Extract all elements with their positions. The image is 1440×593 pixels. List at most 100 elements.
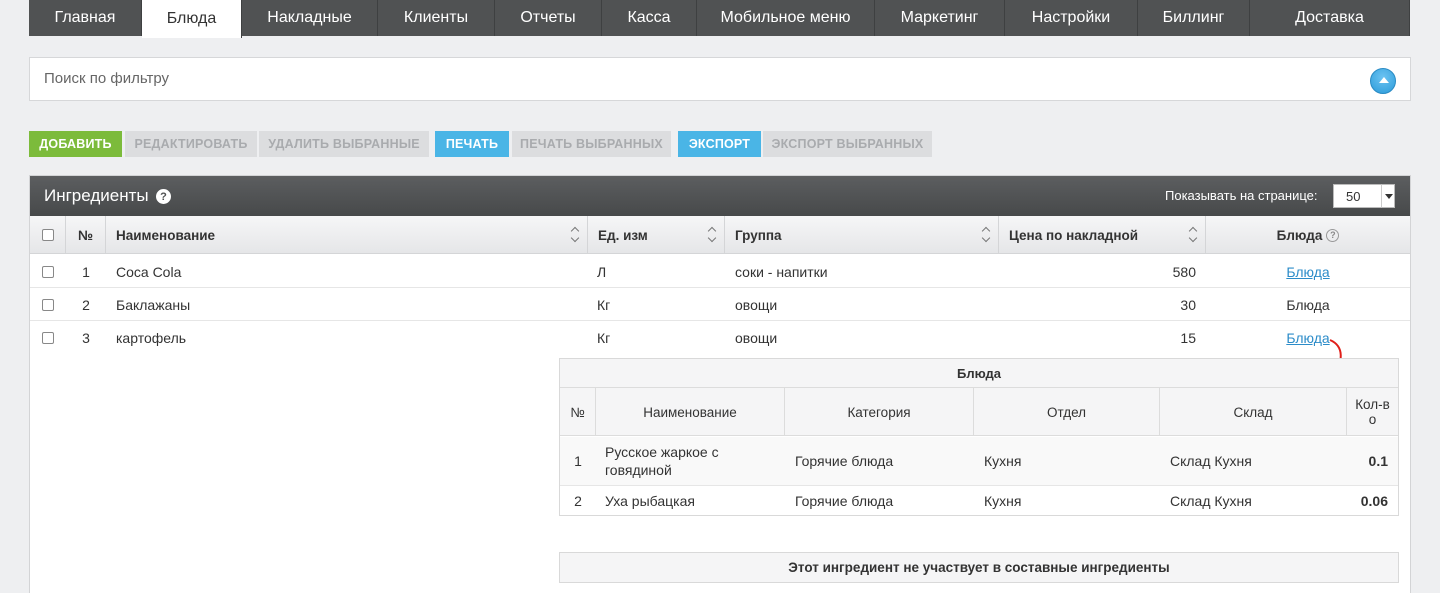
edit-button[interactable]: РЕДАКТИРОВАТЬ	[125, 131, 257, 157]
subtable-row: 1 Русское жаркое с говядиной Горячие блю…	[560, 437, 1398, 486]
delete-selected-button[interactable]: УДАЛИТЬ ВЫБРАННЫЕ	[259, 131, 429, 157]
tab-marketing[interactable]: Маркетинг	[875, 0, 1005, 36]
tab-delivery[interactable]: Доставка	[1250, 0, 1410, 36]
subtable-header: № Наименование Категория Отдел Склад Кол…	[560, 388, 1398, 436]
sort-icon[interactable]	[571, 227, 581, 243]
export-button[interactable]: ЭКСПОРТ	[678, 131, 761, 157]
subtable-row-category: Горячие блюда	[795, 493, 894, 509]
column-header-group[interactable]: Группа	[725, 216, 999, 254]
column-header-unit[interactable]: Ед. изм	[588, 216, 725, 254]
subtable-row-qty: 0.1	[1368, 453, 1388, 469]
filter-panel[interactable]: Поиск по фильтру	[29, 57, 1411, 101]
table-row[interactable]: 2 Баклажаны Кг овощи 30 Блюда	[30, 288, 1410, 321]
row-name: Coca Cola	[116, 263, 182, 280]
subtable-row-department: Кухня	[984, 453, 1022, 469]
row-checkbox-cell	[42, 321, 54, 354]
column-header-dishes-label: Блюда	[1276, 227, 1323, 243]
table-row[interactable]: 3 картофель Кг овощи 15 Блюда	[30, 321, 1410, 354]
chevron-down-icon[interactable]	[1381, 184, 1395, 208]
chevron-up-icon[interactable]	[1370, 68, 1396, 94]
row-checkbox[interactable]	[42, 298, 54, 311]
sort-icon[interactable]	[1189, 227, 1199, 243]
subtable-header-num: №	[560, 388, 596, 436]
row-num: 3	[82, 329, 90, 346]
column-header-name[interactable]: Наименование	[106, 216, 588, 254]
dishes-text: Блюда	[1286, 296, 1330, 313]
row-name: Баклажаны	[116, 296, 191, 313]
table-row[interactable]: 1 Coca Cola Л соки - напитки 580 Блюда	[30, 255, 1410, 288]
tab-clients[interactable]: Клиенты	[378, 0, 495, 36]
row-name: картофель	[116, 329, 187, 346]
subtable-row-name: Русское жаркое с говядиной	[605, 444, 719, 478]
tab-cashbox[interactable]: Касса	[602, 0, 697, 36]
subtable-header-warehouse: Склад	[1160, 388, 1347, 436]
panel-title: Ингредиенты	[44, 186, 149, 205]
subtable-header-name: Наименование	[596, 388, 785, 436]
subtable-row-name: Уха рыбацкая	[605, 493, 695, 509]
select-all-checkbox[interactable]	[41, 229, 54, 241]
row-price: 580	[1172, 263, 1196, 280]
row-checkbox[interactable]	[42, 331, 54, 344]
column-header-price-label: Цена по накладной	[1009, 227, 1139, 243]
row-dishes-cell: Блюда	[1206, 288, 1410, 321]
subtable-header-qty: Кол-во	[1355, 397, 1390, 427]
column-header-unit-label: Ед. изм	[598, 227, 648, 243]
subtable-title: Блюда	[560, 359, 1398, 388]
subtable-header-category: Категория	[785, 388, 974, 436]
panel-header: Ингредиенты ? Показывать на странице: 50	[30, 176, 1410, 216]
column-header-num: №	[66, 216, 106, 254]
subtable-header-department: Отдел	[974, 388, 1160, 436]
row-num: 2	[82, 296, 90, 313]
row-price: 15	[1180, 329, 1196, 346]
tab-dishes[interactable]: Блюда	[142, 0, 242, 38]
row-checkbox[interactable]	[42, 265, 54, 278]
sort-icon[interactable]	[982, 227, 992, 243]
row-dishes-cell: Блюда	[1206, 255, 1410, 288]
row-unit: Кг	[597, 329, 611, 346]
composite-ingredients-note: Этот ингредиент не участвует в составные…	[559, 552, 1399, 583]
subtable-row-department: Кухня	[984, 493, 1022, 509]
tab-home[interactable]: Главная	[29, 0, 142, 36]
filter-label: Поиск по фильтру	[44, 70, 170, 87]
select-all-cell	[30, 216, 66, 254]
column-header-name-label: Наименование	[116, 227, 216, 243]
help-icon[interactable]: ?	[156, 189, 171, 204]
column-header-price[interactable]: Цена по накладной	[999, 216, 1206, 254]
column-header-dishes: Блюда ?	[1206, 216, 1410, 254]
print-button[interactable]: ПЕЧАТЬ	[435, 131, 509, 157]
subtable-row-num: 2	[574, 493, 582, 509]
subtable-row-category: Горячие блюда	[795, 453, 894, 469]
row-group: овощи	[735, 329, 778, 346]
row-price: 30	[1180, 296, 1196, 313]
tab-reports[interactable]: Отчеты	[495, 0, 602, 36]
export-selected-button[interactable]: ЭКСПОРТ ВЫБРАННЫХ	[763, 131, 932, 157]
row-unit: Л	[597, 263, 607, 280]
column-header-group-label: Группа	[735, 227, 782, 243]
print-selected-button[interactable]: ПЕЧАТЬ ВЫБРАННЫХ	[512, 131, 671, 157]
row-checkbox-cell	[42, 255, 54, 288]
per-page-label: Показывать на странице:	[1165, 188, 1318, 203]
sort-icon[interactable]	[708, 227, 718, 243]
tab-invoices[interactable]: Накладные	[242, 0, 378, 36]
row-num: 1	[82, 263, 90, 280]
row-dishes-cell: Блюда	[1206, 321, 1410, 354]
subtable-row-warehouse: Склад Кухня	[1170, 493, 1252, 509]
table-header: № Наименование Ед. изм Группа Цена по на…	[30, 216, 1410, 254]
row-group: соки - напитки	[735, 263, 828, 280]
row-unit: Кг	[597, 296, 611, 313]
tab-mobile-menu[interactable]: Мобильное меню	[697, 0, 875, 36]
dishes-link[interactable]: Блюда	[1286, 264, 1329, 280]
top-navigation: Главная Блюда Накладные Клиенты Отчеты К…	[0, 0, 1440, 38]
subtable-row-warehouse: Склад Кухня	[1170, 453, 1252, 469]
subtable-row: 2 Уха рыбацкая Горячие блюда Кухня Склад…	[560, 486, 1398, 516]
tab-settings[interactable]: Настройки	[1005, 0, 1138, 36]
row-checkbox-cell	[42, 288, 54, 321]
dishes-subtable: Блюда № Наименование Категория Отдел Скл…	[559, 358, 1399, 516]
row-group: овощи	[735, 296, 778, 313]
subtable-row-num: 1	[574, 453, 582, 469]
help-icon[interactable]: ?	[1326, 228, 1340, 242]
subtable-row-qty: 0.06	[1360, 493, 1388, 509]
ingredients-panel: Ингредиенты ? Показывать на странице: 50…	[29, 175, 1411, 593]
tab-billing[interactable]: Биллинг	[1138, 0, 1250, 36]
add-button[interactable]: ДОБАВИТЬ	[29, 131, 122, 157]
